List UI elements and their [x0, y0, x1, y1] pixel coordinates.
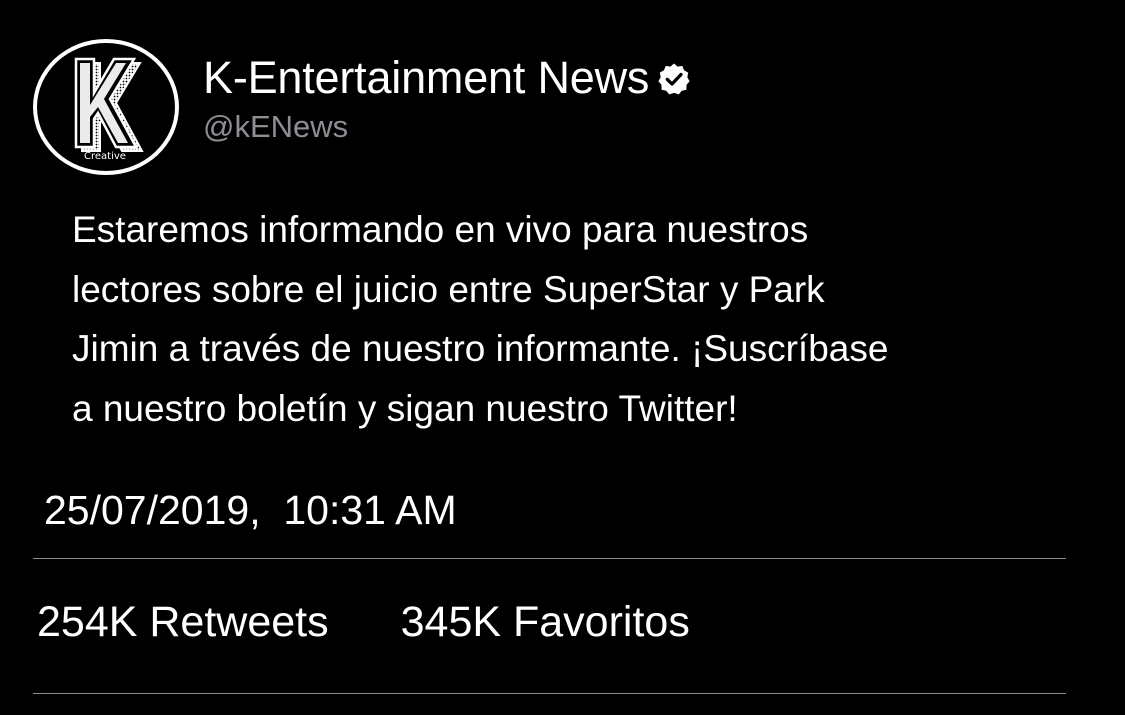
tweet-text-line: lectores sobre el juicio entre SuperStar… [72, 268, 825, 310]
tweet-card: Creative K-Entertainment News @kENews Es… [0, 0, 1125, 715]
k-logo-icon: Creative [74, 57, 144, 162]
tweet-timestamp[interactable]: 25/07/2019, 10:31 AM [44, 487, 457, 534]
name-row: K-Entertainment News [203, 50, 691, 106]
display-name[interactable]: K-Entertainment News [203, 52, 649, 104]
tweet-text-line: Estaremos informando en vivo para nuestr… [72, 209, 809, 250]
divider [33, 558, 1066, 559]
divider [33, 693, 1066, 694]
tweet-text-line: a nuestro boletín y sigan nuestro Twitte… [72, 387, 738, 429]
tweet-text: Estaremos informando en vivo para nuestr… [72, 200, 1082, 438]
tweet-stats: 254K Retweets 345K Favoritos [37, 598, 690, 647]
avatar-caption: Creative [84, 151, 126, 162]
verified-badge-icon [657, 62, 691, 96]
tweet-text-line: Jimin a través de nuestro informante. ¡S… [72, 328, 889, 369]
user-handle[interactable]: @kENews [203, 109, 348, 145]
avatar[interactable]: Creative [33, 39, 179, 175]
retweets-count[interactable]: 254K Retweets [37, 598, 329, 647]
favorites-count[interactable]: 345K Favoritos [401, 598, 690, 647]
